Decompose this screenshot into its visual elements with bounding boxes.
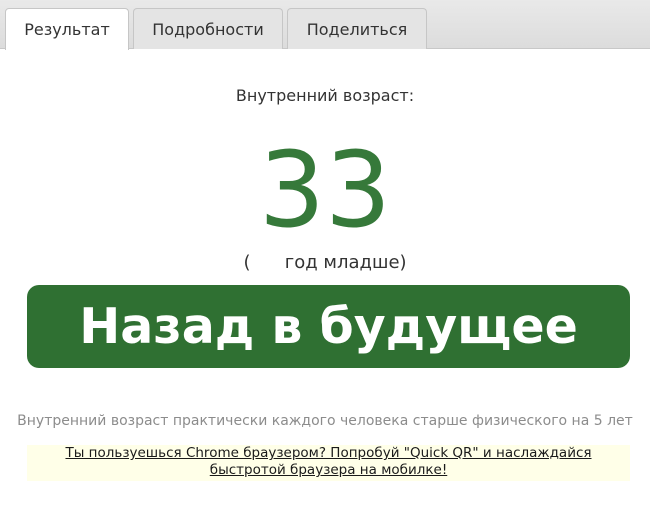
back-to-future-button[interactable]: Назад в будущее: [27, 285, 630, 368]
info-text: Внутренний возраст практически каждого ч…: [17, 413, 633, 429]
promo-line-2: быстротой браузера на мобилке!: [209, 462, 448, 478]
promo-banner: Ты пользуешься Chrome браузером? Попробу…: [27, 445, 630, 481]
age-difference-text: ( год младше): [243, 252, 407, 273]
promo-link[interactable]: Ты пользуешься Chrome браузером? Попробу…: [65, 445, 591, 478]
tab-bar: Результат Подробности Поделиться: [0, 0, 650, 50]
page: Результат Подробности Поделиться Внутрен…: [0, 0, 650, 515]
promo-line-1: Ты пользуешься Chrome браузером? Попробу…: [65, 445, 592, 461]
tab-details[interactable]: Подробности: [133, 8, 283, 49]
tab-share[interactable]: Поделиться: [287, 8, 427, 49]
inner-age-value: 33: [258, 129, 392, 251]
inner-age-label: Внутренний возраст:: [235, 86, 415, 105]
tab-result[interactable]: Результат: [5, 8, 129, 50]
